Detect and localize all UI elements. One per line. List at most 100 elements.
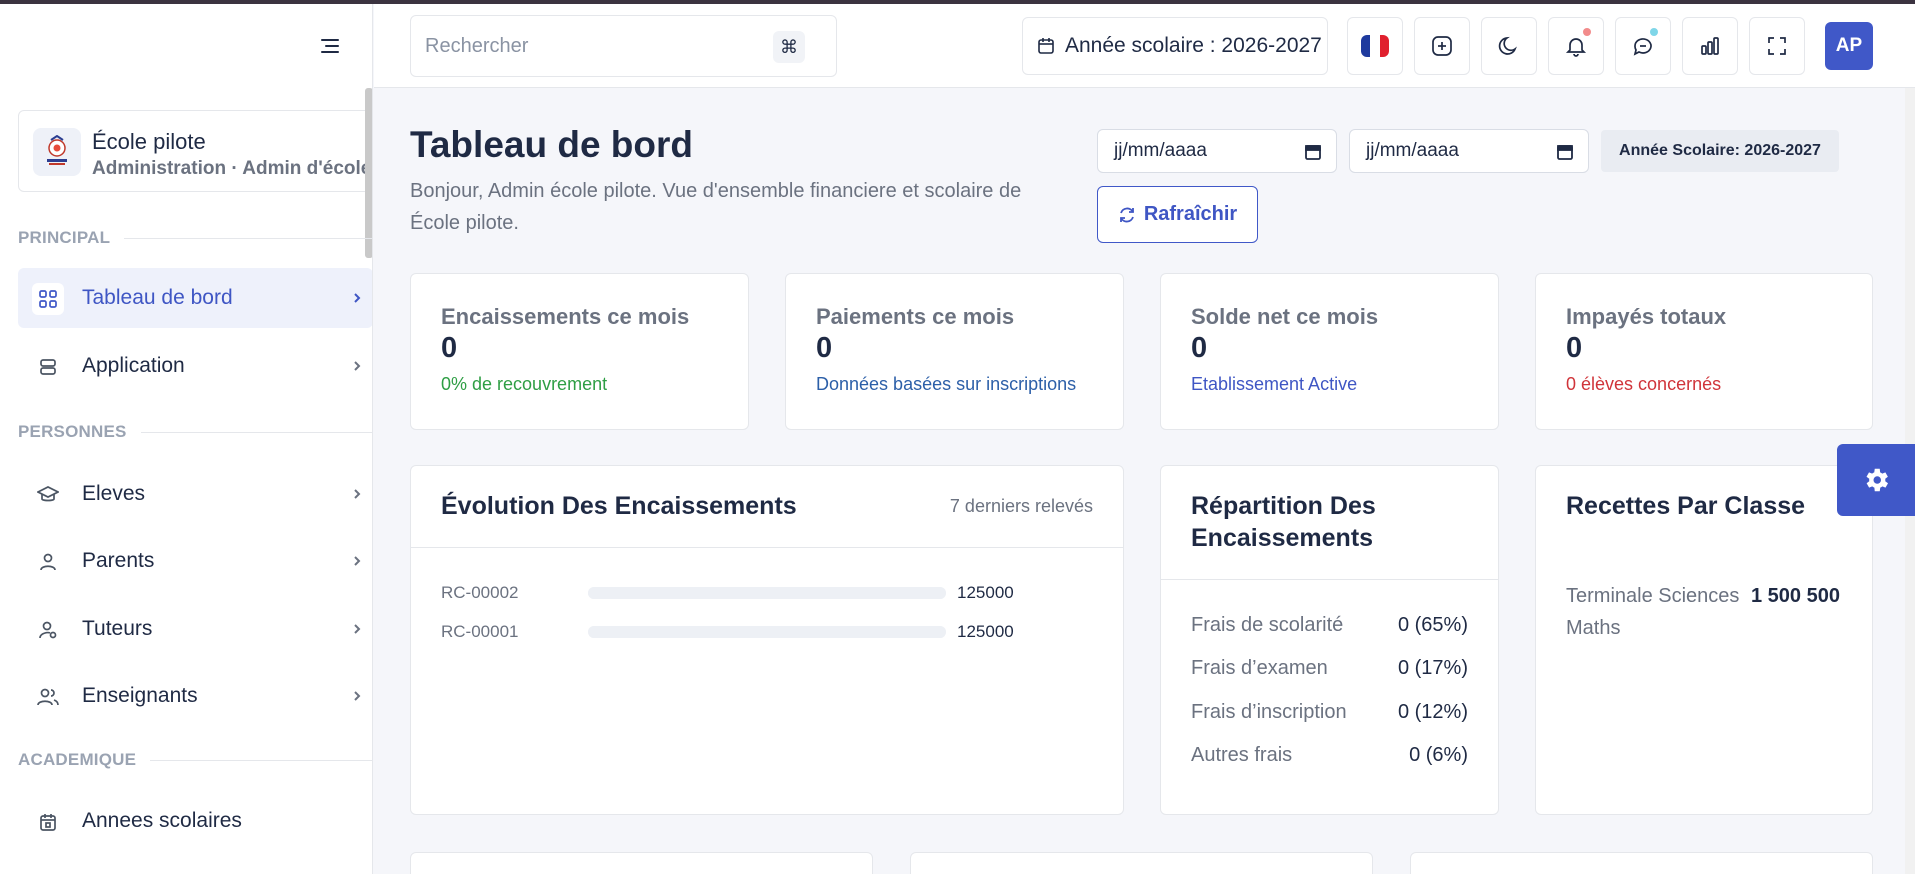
- refresh-button[interactable]: Rafraîchir: [1097, 186, 1258, 243]
- refresh-label: Rafraîchir: [1143, 203, 1238, 225]
- sidebar-item-enseignants[interactable]: Enseignants: [18, 666, 372, 726]
- dashboard-icon: [32, 283, 64, 315]
- sidebar-item-tableau-de-bord[interactable]: Tableau de bord: [18, 268, 372, 328]
- fullscreen-button[interactable]: [1749, 17, 1805, 75]
- sidebar-item-tuteurs[interactable]: Tuteurs: [18, 599, 372, 659]
- language-button[interactable]: [1347, 17, 1403, 75]
- calendar-icon[interactable]: [1556, 143, 1574, 161]
- start-date-placeholder: jj/mm/aaaa: [1114, 140, 1207, 161]
- panel-divider: [411, 547, 1123, 548]
- users-icon: [32, 681, 64, 713]
- add-button[interactable]: [1414, 17, 1470, 75]
- end-date-placeholder: jj/mm/aaaa: [1366, 140, 1459, 161]
- sidebar-item-label: Parents: [82, 549, 155, 572]
- message-dot: [1650, 28, 1658, 36]
- stat-card-impayes: Impayés totaux 0 0 élèves concernés: [1535, 273, 1873, 430]
- school-year-chip: Année Scolaire: 2026-2027: [1601, 130, 1839, 172]
- school-logo: [33, 128, 81, 176]
- stat-value: 0: [441, 332, 458, 364]
- panel-divider: [1161, 579, 1498, 580]
- recettes-panel: Recettes Par Classe Terminale Sciences M…: [1535, 465, 1873, 815]
- user-icon: [32, 546, 64, 578]
- sidebar-item-application[interactable]: Application: [18, 336, 372, 396]
- receipt-code: RC-00002: [441, 583, 519, 602]
- graduation-cap-icon: [32, 479, 64, 511]
- school-name: École pilote: [92, 129, 206, 154]
- sidebar-item-parents[interactable]: Parents: [18, 531, 372, 591]
- stat-label: Impayés totaux: [1566, 304, 1727, 329]
- chevron-right-icon: [354, 624, 361, 634]
- evolution-row: RC-00002 125000: [441, 580, 1061, 604]
- stat-label: Solde net ce mois: [1191, 304, 1379, 329]
- stat-card-encaissements: Encaissements ce mois 0 0% de recouvreme…: [410, 273, 749, 430]
- stat-value: 0: [1191, 332, 1208, 364]
- stat-card-solde: Solde net ce mois 0 Etablissement Active: [1160, 273, 1499, 430]
- search-input[interactable]: [425, 32, 745, 60]
- repartition-panel: Répartition Des Encaissements Frais de s…: [1160, 465, 1499, 815]
- receipt-amount: 125000: [957, 583, 1014, 602]
- messages-button[interactable]: [1615, 17, 1671, 75]
- classe-line: Terminale Sciences Maths 1 500 500: [1566, 580, 1856, 644]
- calendar-icon: [32, 806, 64, 838]
- calendar-icon[interactable]: [1304, 143, 1322, 161]
- panel-meta: 7 derniers relevés: [949, 496, 1093, 516]
- repartition-row: Frais de scolarité 0 (65%): [1191, 614, 1468, 636]
- bell-icon: [1565, 38, 1587, 57]
- school-switcher[interactable]: École pilote Administration · Admin d'éc…: [18, 110, 372, 192]
- classe-name: Terminale Sciences Maths: [1566, 585, 1740, 639]
- stat-note: Données basées sur inscriptions: [816, 374, 1077, 394]
- stat-card-paiements: Paiements ce mois 0 Données basées sur i…: [785, 273, 1124, 430]
- end-date-input[interactable]: jj/mm/aaaa: [1349, 129, 1589, 173]
- start-date-input[interactable]: jj/mm/aaaa: [1097, 129, 1337, 173]
- page-title: Tableau de bord: [410, 124, 694, 165]
- school-role: Administration · Admin d'école: [92, 158, 372, 179]
- avatar[interactable]: AP: [1825, 22, 1873, 70]
- lower-card: [910, 852, 1373, 874]
- settings-button[interactable]: [1837, 444, 1915, 516]
- evolution-row: RC-00001 125000: [441, 619, 1061, 643]
- notifications-button[interactable]: [1548, 17, 1604, 75]
- moon-icon: [1498, 36, 1517, 55]
- search-box: ⌘: [410, 15, 837, 77]
- chevron-right-icon: [354, 556, 361, 566]
- refresh-icon: [1119, 207, 1134, 222]
- repartition-row: Frais d’examen 0 (17%): [1191, 657, 1468, 679]
- sidebar-item-label: Annees scolaires: [82, 809, 242, 832]
- school-year-label: Année scolaire : 2026-2027: [1065, 34, 1322, 57]
- school-year-selector[interactable]: Année scolaire : 2026-2027: [1022, 17, 1328, 75]
- stat-value: 0: [1566, 332, 1583, 364]
- repartition-row: Autres frais 0 (6%): [1191, 744, 1468, 766]
- chat-icon: [1633, 38, 1652, 56]
- sidebar-item-label: Enseignants: [82, 684, 198, 707]
- lower-card: [410, 852, 873, 874]
- sidebar-item-eleves[interactable]: Eleves: [18, 464, 372, 524]
- stat-note: 0 élèves concernés: [1566, 374, 1722, 394]
- lower-card: [1410, 852, 1873, 874]
- sidebar-item-label: Tableau de bord: [82, 286, 233, 309]
- evolution-panel: Évolution Des Encaissements 7 derniers r…: [410, 465, 1124, 815]
- stat-value: 0: [816, 332, 833, 364]
- sidebar: École pilote Administration · Admin d'éc…: [0, 4, 373, 874]
- progress-track: [588, 626, 946, 638]
- user-search-icon: [32, 614, 64, 646]
- chevron-right-icon: [354, 489, 361, 499]
- progress-fill: [588, 587, 946, 599]
- receipt-code: RC-00001: [441, 622, 519, 641]
- stat-label: Encaissements ce mois: [441, 304, 690, 329]
- fullscreen-icon: [1768, 37, 1786, 55]
- top-bar: ⌘ Année scolaire : 2026-2027 AP: [374, 4, 1915, 88]
- panel-title: Recettes Par Classe: [1566, 492, 1806, 520]
- panel-title: Répartition Des Encaissements: [1191, 492, 1376, 552]
- menu-toggle-icon[interactable]: [318, 34, 342, 58]
- gear-icon: [1866, 468, 1888, 492]
- command-shortcut-icon: ⌘: [773, 31, 805, 63]
- stats-button[interactable]: [1682, 17, 1738, 75]
- panel-title: Évolution Des Encaissements: [441, 492, 797, 520]
- section-academique: ACADEMIQUE: [18, 750, 372, 770]
- receipt-amount: 125000: [957, 622, 1014, 641]
- chevron-right-icon: [354, 691, 361, 701]
- calendar-icon: [1038, 38, 1054, 54]
- sidebar-item-annees-scolaires[interactable]: Annees scolaires: [18, 791, 372, 851]
- dark-mode-toggle[interactable]: [1481, 17, 1537, 75]
- sidebar-item-label: Tuteurs: [82, 617, 153, 640]
